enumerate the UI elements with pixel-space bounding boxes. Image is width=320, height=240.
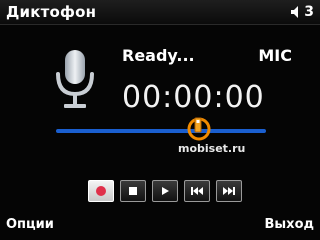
rewind-button[interactable] <box>184 180 210 202</box>
recorder-screen: Диктофон 3 Ready... MIC 00:00:00 mobiset… <box>0 0 320 240</box>
watermark-text: mobiset.ru <box>178 142 246 155</box>
play-button[interactable] <box>152 180 178 202</box>
stop-icon <box>129 187 137 195</box>
microphone-icon <box>52 48 98 112</box>
speaker-icon <box>290 5 302 19</box>
elapsed-timer: 00:00:00 <box>122 80 265 115</box>
rewind-icon <box>191 187 203 195</box>
transport-controls <box>88 180 242 202</box>
record-button[interactable] <box>88 180 114 202</box>
stop-button[interactable] <box>120 180 146 202</box>
watermark: mobiset.ru <box>178 112 268 158</box>
title-bar: Диктофон 3 <box>0 0 320 25</box>
record-icon <box>96 186 106 196</box>
volume-indicator: 3 <box>290 3 314 21</box>
status-label: Ready... <box>122 46 195 65</box>
source-label: MIC <box>258 46 292 65</box>
volume-level: 3 <box>304 4 314 20</box>
exit-softkey[interactable]: Выход <box>265 217 314 232</box>
fast-forward-button[interactable] <box>216 180 242 202</box>
watermark-logo-icon <box>187 117 211 141</box>
play-icon <box>162 187 169 195</box>
fast-forward-icon <box>223 187 235 195</box>
options-softkey[interactable]: Опции <box>6 217 54 232</box>
app-title: Диктофон <box>6 3 97 21</box>
